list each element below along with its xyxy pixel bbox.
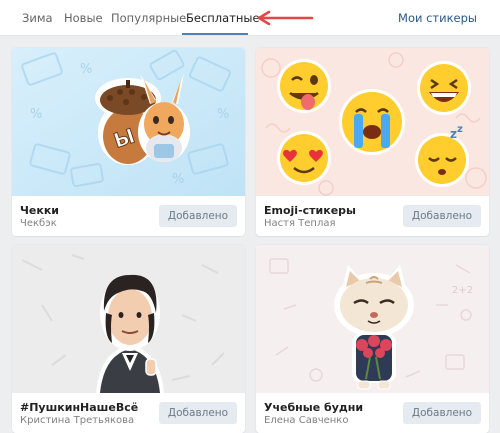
sticker-pack-title: Учебные будни [264, 401, 364, 414]
svg-text:2+2: 2+2 [452, 285, 473, 296]
sticker-pack-author: Елена Савченко [264, 415, 349, 426]
added-button[interactable]: Добавлено [403, 402, 481, 424]
tab-new[interactable]: Новые [64, 0, 103, 36]
sticker-pack-author: Кристина Третьякова [20, 415, 135, 426]
sticker-pack-title: #ПушкинНашеВсё [20, 401, 139, 414]
sticker-pack-author: Чекбэк [20, 218, 57, 229]
added-button[interactable]: Добавлено [159, 205, 237, 227]
top-tab-bar: Зима Новые Популярные Бесплатные Мои сти… [0, 0, 500, 36]
svg-text:z: z [450, 127, 457, 141]
sticker-pack-card[interactable]: #ПушкинНашеВсё Кристина Третьякова Добав… [12, 245, 245, 433]
sticker-pack-preview[interactable] [12, 245, 245, 393]
active-tab-indicator [182, 33, 248, 35]
sticker-pack-card[interactable]: 2+2 Учебные будни Елена Савченко Добавле… [256, 245, 489, 433]
svg-text:%: % [172, 172, 184, 187]
added-button[interactable]: Добавлено [159, 402, 237, 424]
svg-text:%: % [217, 107, 229, 122]
svg-text:%: % [80, 62, 92, 77]
tab-winter[interactable]: Зима [22, 0, 53, 36]
sticker-pack-preview[interactable]: %%%% Ы [12, 48, 245, 196]
sticker-pack-title: Emoji-стикеры [264, 204, 356, 217]
added-button[interactable]: Добавлено [403, 205, 481, 227]
my-stickers-link[interactable]: Мои стикеры [398, 0, 477, 36]
sticker-pack-card[interactable]: %%%% Ы Чекки Чекбэк Добавлено [12, 48, 245, 236]
svg-text:%: % [30, 107, 42, 122]
tab-free[interactable]: Бесплатные [186, 0, 260, 36]
svg-text:z: z [457, 124, 463, 135]
sticker-pack-title: Чекки [20, 204, 59, 217]
sticker-pack-preview[interactable]: z z [256, 48, 489, 196]
tab-popular[interactable]: Популярные [111, 0, 186, 36]
red-arrow-icon [257, 10, 314, 26]
sticker-pack-card[interactable]: z z Emoji-стикеры Настя Теплая Добавлено [256, 48, 489, 236]
sticker-pack-preview[interactable]: 2+2 [256, 245, 489, 393]
sticker-pack-author: Настя Теплая [264, 218, 336, 229]
